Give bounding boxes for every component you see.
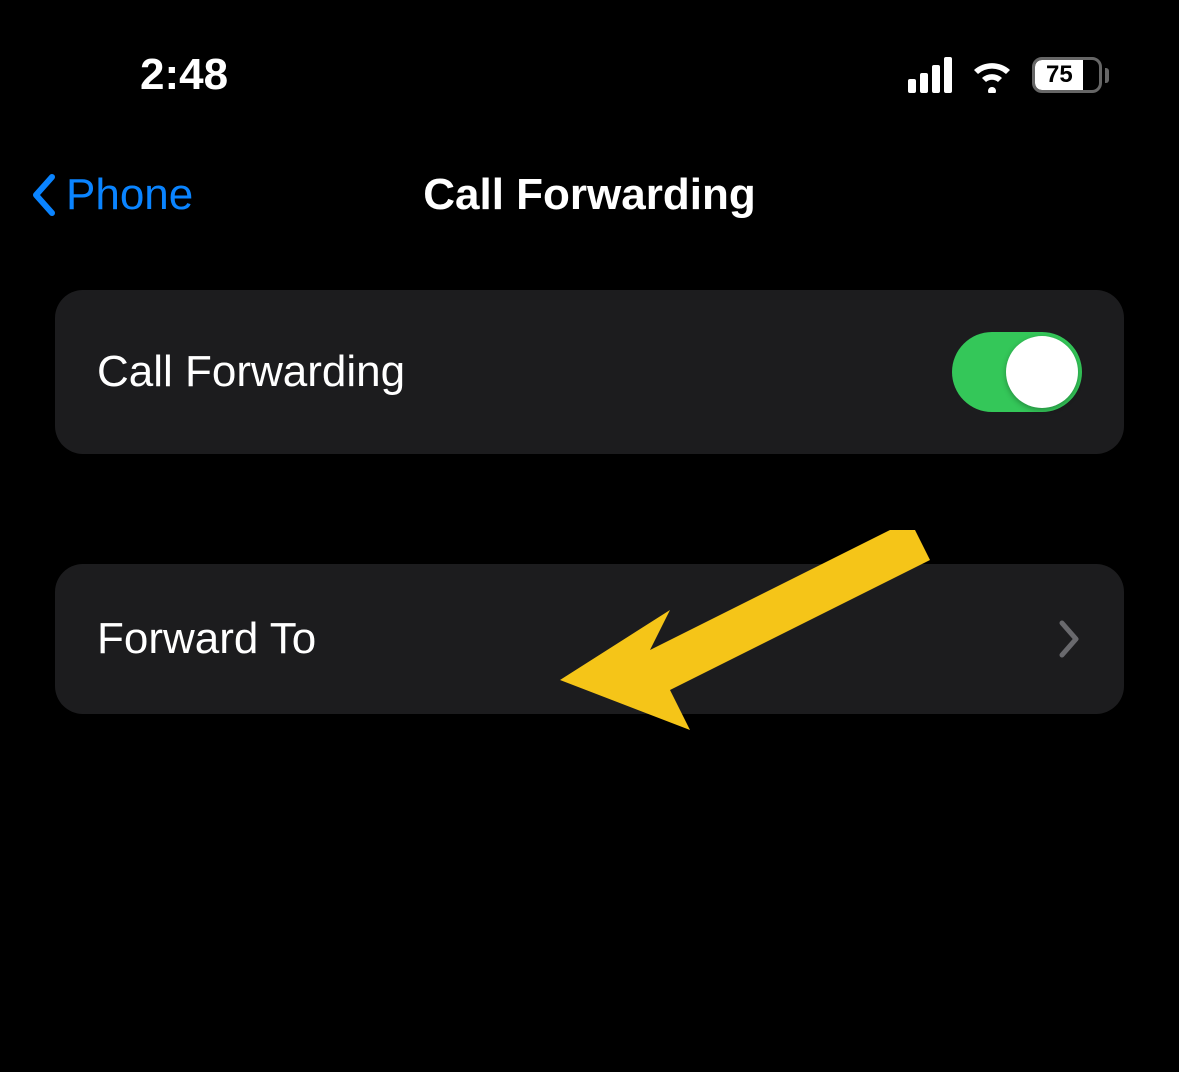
cellular-signal-icon <box>908 57 952 93</box>
battery-percent: 75 <box>1035 61 1073 89</box>
toggle-knob <box>1006 336 1078 408</box>
back-button[interactable]: Phone <box>30 170 193 220</box>
call-forwarding-toggle[interactable] <box>952 332 1082 412</box>
chevron-left-icon <box>30 173 60 217</box>
battery-indicator: 75 <box>1032 57 1109 93</box>
chevron-right-icon <box>1058 619 1082 659</box>
call-forwarding-label: Call Forwarding <box>97 347 405 397</box>
call-forwarding-group: Call Forwarding <box>55 290 1124 454</box>
wifi-icon <box>970 57 1014 93</box>
content: Call Forwarding Forward To <box>0 260 1179 714</box>
call-forwarding-row: Call Forwarding <box>55 290 1124 454</box>
forward-to-row[interactable]: Forward To <box>55 564 1124 714</box>
status-time: 2:48 <box>140 50 228 100</box>
forward-to-group: Forward To <box>55 564 1124 714</box>
status-bar: 2:48 75 <box>0 0 1179 120</box>
status-indicators: 75 <box>908 57 1109 93</box>
forward-to-label: Forward To <box>97 614 316 664</box>
back-label: Phone <box>66 170 193 220</box>
navigation-bar: Phone Call Forwarding <box>0 120 1179 260</box>
